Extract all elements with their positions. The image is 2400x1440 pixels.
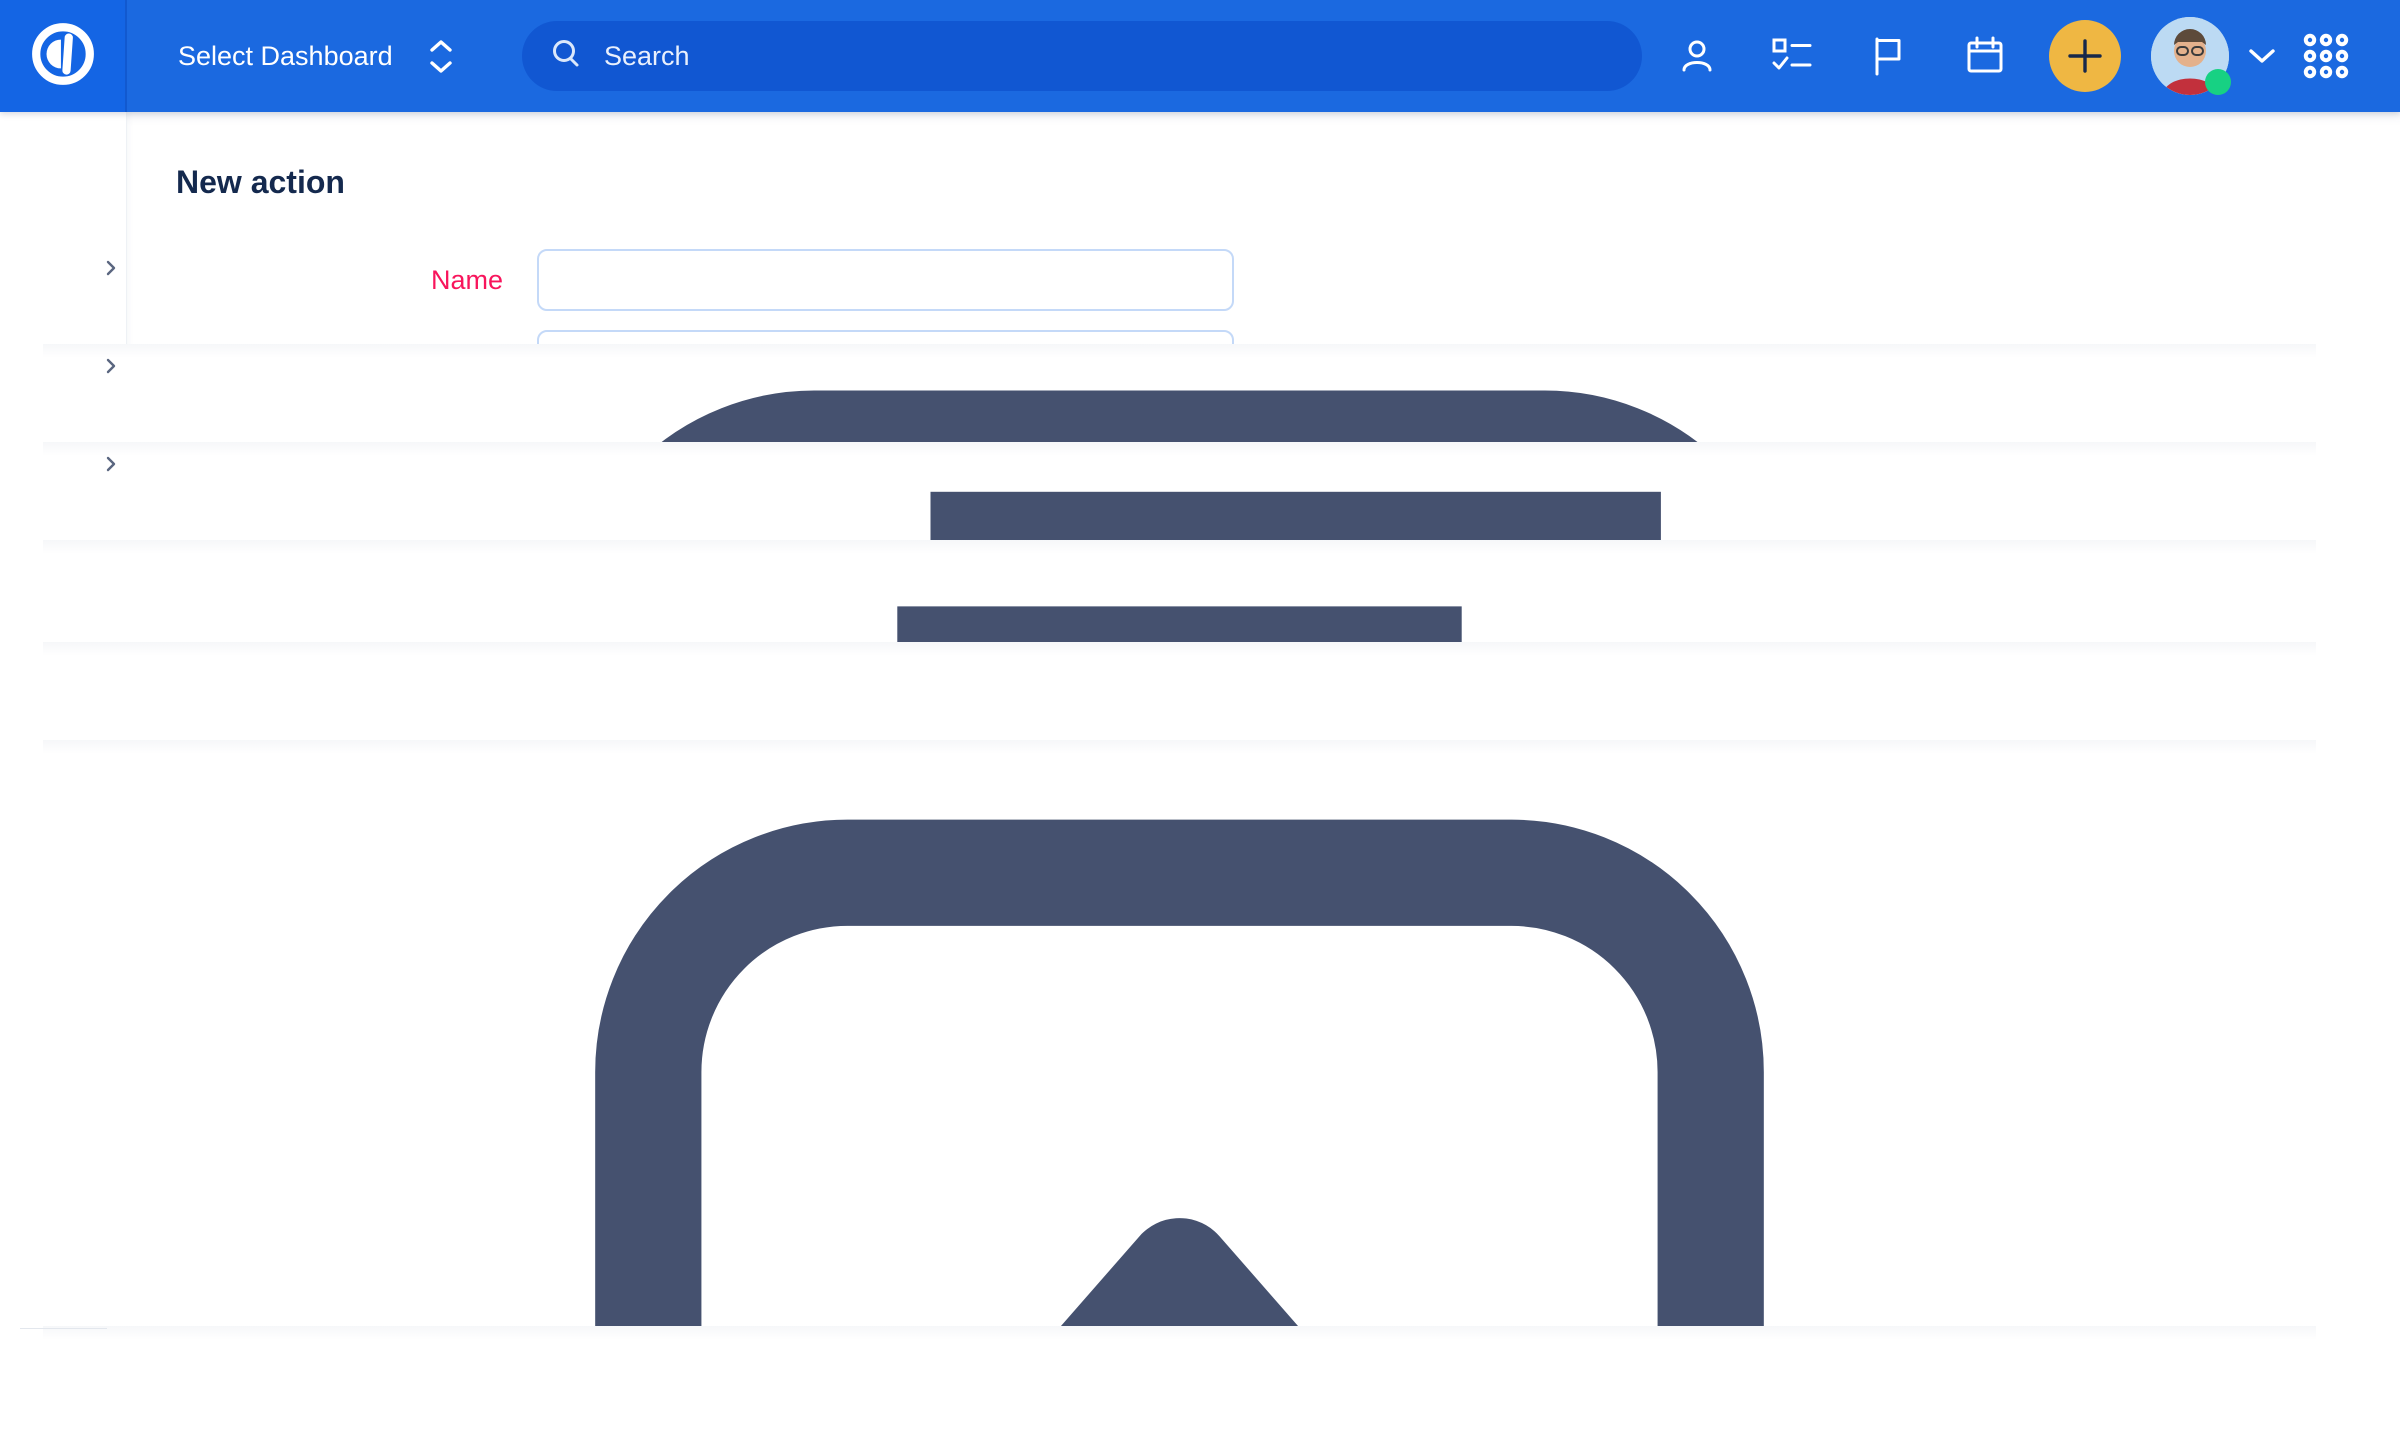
logo-icon	[29, 20, 97, 93]
info-icon	[43, 1326, 2316, 1440]
flag-icon	[1868, 35, 1908, 77]
page-title: New action	[176, 164, 345, 201]
sidebar-expand-button[interactable]	[0, 1350, 127, 1422]
chevron-right-icon	[103, 456, 119, 472]
plus-icon	[2066, 37, 2104, 75]
chevron-right-icon	[103, 260, 119, 276]
apps-menu-button[interactable]	[2296, 0, 2356, 112]
dashboard-selector-label: Select Dashboard	[178, 41, 393, 72]
sidebar-item-info[interactable]	[0, 1214, 127, 1286]
sidebar-item-dashboards[interactable]	[0, 232, 127, 304]
search-bar[interactable]	[522, 21, 1642, 91]
tasklist-icon	[1771, 36, 1813, 76]
user-menu[interactable]	[2151, 17, 2229, 95]
sidebar-divider	[20, 1328, 107, 1329]
search-icon	[548, 36, 584, 77]
chevron-down-icon	[2247, 47, 2277, 65]
sidebar-item-tasks[interactable]	[0, 428, 127, 500]
sidebar-item-projects-tree[interactable]	[0, 330, 127, 402]
tasklist-button[interactable]	[1762, 0, 1822, 112]
dashboard-selector[interactable]: Select Dashboard	[178, 0, 453, 112]
online-status-dot	[2205, 69, 2231, 95]
person-icon	[1677, 36, 1717, 76]
name-input[interactable]	[537, 249, 1234, 311]
sidebar	[0, 112, 127, 1440]
calendar-button[interactable]	[1955, 0, 2015, 112]
sidebar-item-users[interactable]	[0, 530, 127, 602]
dashboard-select-chevrons	[429, 39, 453, 74]
app-root: Select Dashboard	[0, 0, 2400, 1440]
add-new-button[interactable]	[2049, 20, 2121, 92]
user-menu-chevron[interactable]	[2232, 0, 2292, 112]
app-logo[interactable]	[0, 0, 127, 112]
calendar-icon	[1964, 35, 2006, 77]
apps-grid-icon	[2302, 32, 2350, 80]
flag-button[interactable]	[1858, 0, 1918, 112]
topbar: Select Dashboard	[0, 0, 2400, 112]
name-label: Name	[176, 265, 503, 296]
person-button[interactable]	[1667, 0, 1727, 112]
sidebar-item-collapse-module[interactable]	[0, 628, 127, 700]
chevron-right-icon	[103, 358, 119, 374]
search-input[interactable]	[604, 41, 1504, 72]
